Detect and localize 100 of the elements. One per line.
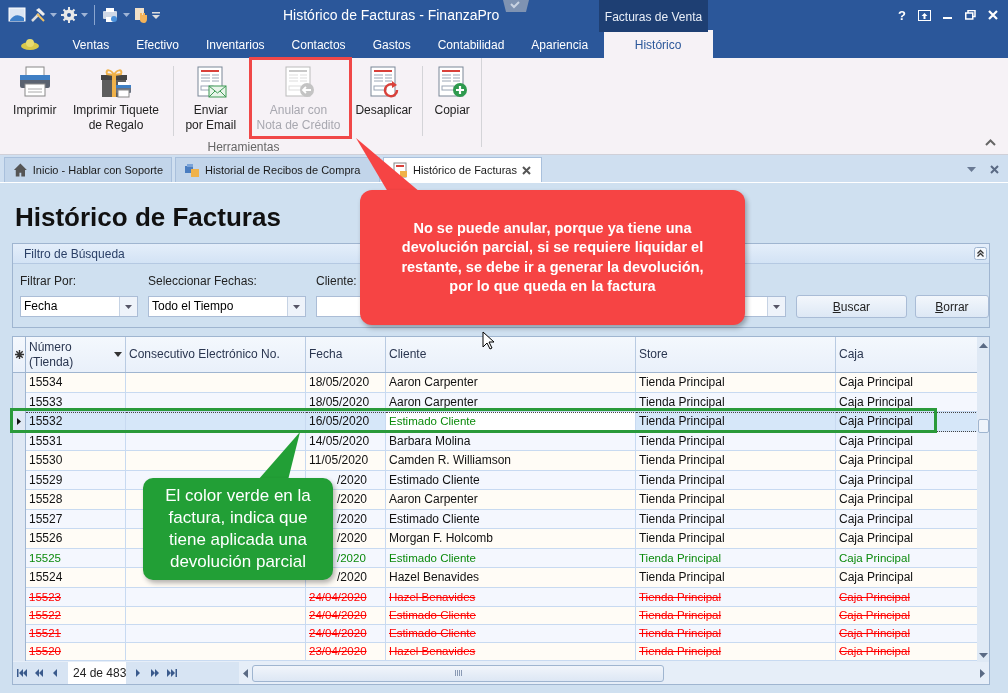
caret-icon[interactable]: [123, 13, 130, 17]
document-tab[interactable]: Historial de Recibos de Compra: [175, 157, 380, 182]
table-cell: Hazel Benavides: [389, 570, 480, 584]
table-cell: Caja Principal: [839, 394, 914, 409]
table-cell: Caja Principal: [839, 627, 910, 639]
help-button[interactable]: ?: [898, 7, 906, 23]
ribbon-tab[interactable]: Ventas: [59, 30, 123, 58]
table-cell: 15524: [29, 570, 63, 584]
ribbon-button[interactable]: Copiar: [428, 66, 476, 140]
gear-icon[interactable]: [61, 7, 77, 23]
table-cell: 23/04/2020: [309, 645, 367, 658]
ribbon-tab[interactable]: Contactos: [278, 30, 360, 58]
ribbon-button[interactable]: Enviar por Email: [178, 66, 243, 140]
table-cell: Tienda Principal: [639, 414, 725, 428]
document-arrow-icon: [282, 66, 315, 98]
scroll-down-icon[interactable]: [978, 653, 988, 658]
restore-icon[interactable]: [965, 10, 976, 20]
table-cell: Tienda Principal: [639, 608, 722, 621]
table-cell: 11/05/2020: [309, 453, 369, 467]
filter-button[interactable]: Buscar: [796, 295, 907, 318]
ribbon-tab[interactable]: Histórico: [603, 30, 713, 58]
check-dropdown-icon[interactable]: [503, 0, 529, 12]
next-icon[interactable]: [133, 669, 143, 677]
scroll-right-icon[interactable]: [980, 668, 985, 678]
table-cell: 16/05/2020: [309, 414, 370, 428]
table-cell: /2020: [337, 570, 368, 584]
close-icon[interactable]: [990, 164, 999, 174]
table-row[interactable]: 15534 18/05/2020 Aaron Carpenter Tienda Principal Caja Principal: [13, 373, 977, 393]
house-icon: [13, 162, 28, 178]
column-header[interactable]: Número (Tienda): [26, 337, 126, 372]
scroll-thumb[interactable]: [252, 664, 664, 682]
vertical-scrollbar[interactable]: [977, 337, 989, 662]
next-page-icon[interactable]: [150, 669, 160, 677]
table-row[interactable]: 15532 16/05/2020 Estimado Cliente Tienda Principal Caja Principal: [13, 412, 977, 432]
last-page-icon[interactable]: [167, 669, 177, 677]
ribbon-button[interactable]: Imprimir: [8, 66, 62, 140]
context-tab-label: Facturas de Venta: [599, 0, 708, 32]
table-cell: /2020: [337, 492, 368, 506]
table-cell: Caja Principal: [839, 414, 914, 428]
column-header[interactable]: Consecutivo Electrónico No.: [126, 337, 306, 372]
filter-button[interactable]: Borrar: [914, 295, 989, 318]
scroll-left-icon[interactable]: [243, 668, 248, 678]
table-cell: 15529: [29, 472, 63, 487]
ribbon-tab[interactable]: Inventarios: [192, 30, 279, 58]
grip-icon: [454, 670, 462, 676]
group-label: Herramientas: [206, 140, 281, 154]
column-header[interactable]: Store: [636, 337, 836, 372]
ribbon-tab[interactable]: Apariencia: [517, 30, 602, 58]
callout-tooltip: No se puede anular, porque ya tiene una devolución parcial, si se requiere liquidar el restante, se debe ir a generar la devolución, por lo que queda en la factura: [360, 190, 745, 325]
ribbon-tab[interactable]: Contabilidad: [424, 30, 518, 58]
table-cell: Tienda Principal: [639, 433, 725, 448]
table-cell: Estimado Cliente: [389, 627, 476, 639]
printer-icon[interactable]: [101, 7, 119, 23]
close-icon[interactable]: [521, 165, 531, 175]
previous-page-icon[interactable]: [34, 669, 44, 677]
table-cell: 18/05/2020: [309, 375, 370, 389]
ribbon-button[interactable]: Imprimir Tiquete de Regalo: [65, 66, 167, 140]
ribbon-tab[interactable]: Gastos: [359, 30, 425, 58]
table-cell: /2020: [337, 551, 366, 564]
table-cell: Caja Principal: [839, 375, 914, 389]
app-icon[interactable]: [8, 7, 26, 23]
table-cell: Tienda Principal: [639, 394, 725, 409]
ribbon-button[interactable]: Desaplicar: [351, 66, 417, 140]
document-tab[interactable]: Inicio - Hablar con Soporte: [4, 157, 172, 182]
table-cell: Caja Principal: [839, 472, 914, 487]
caret-icon[interactable]: [50, 13, 57, 17]
tools-icon[interactable]: [30, 7, 46, 23]
table-cell: Hazel Benavides: [389, 645, 476, 658]
table-cell: Caja Principal: [839, 645, 910, 658]
table-cell: Estimado Cliente: [389, 415, 476, 427]
ribbon-tab[interactable]: Efectivo: [122, 30, 193, 58]
page-title: Histórico de Facturas: [15, 201, 281, 234]
dropdown-field[interactable]: Todo el Tiempo: [148, 296, 306, 317]
customize-icon[interactable]: [152, 11, 160, 19]
horizontal-scrollbar[interactable]: [239, 662, 989, 684]
collapse-icon[interactable]: [974, 247, 987, 260]
table-cell: Caja Principal: [839, 551, 910, 564]
bell-icon[interactable]: [20, 38, 39, 50]
caret-icon[interactable]: [81, 13, 88, 17]
table-cell: Tienda Principal: [639, 551, 722, 564]
scroll-thumb[interactable]: [977, 418, 989, 433]
document-tab[interactable]: Histórico de Facturas: [383, 157, 542, 182]
dropdown-icon[interactable]: [967, 166, 976, 172]
table-cell: Caja Principal: [839, 570, 914, 584]
table-cell: 15533: [29, 394, 63, 409]
table-cell: Tienda Principal: [639, 375, 725, 389]
asterisk-icon: [14, 350, 24, 359]
table-cell: Tienda Principal: [639, 472, 725, 487]
table-cell: 18/05/2020: [309, 394, 370, 409]
hand-icon[interactable]: [134, 7, 148, 23]
table-cell: Tienda Principal: [639, 453, 725, 467]
window-icon[interactable]: [918, 9, 931, 21]
first-page-icon[interactable]: [17, 669, 27, 677]
boxes-icon: [184, 162, 200, 178]
dropdown-field[interactable]: Fecha: [20, 296, 138, 317]
scroll-up-icon[interactable]: [978, 343, 988, 348]
column-header[interactable]: Fecha: [306, 337, 386, 372]
table-row[interactable]: 15530 11/05/2020 Camden R. Williamson Tienda Principal Caja Principal: [13, 451, 977, 471]
table-cell: 15520: [29, 645, 61, 658]
collapse-icon[interactable]: [985, 139, 996, 146]
